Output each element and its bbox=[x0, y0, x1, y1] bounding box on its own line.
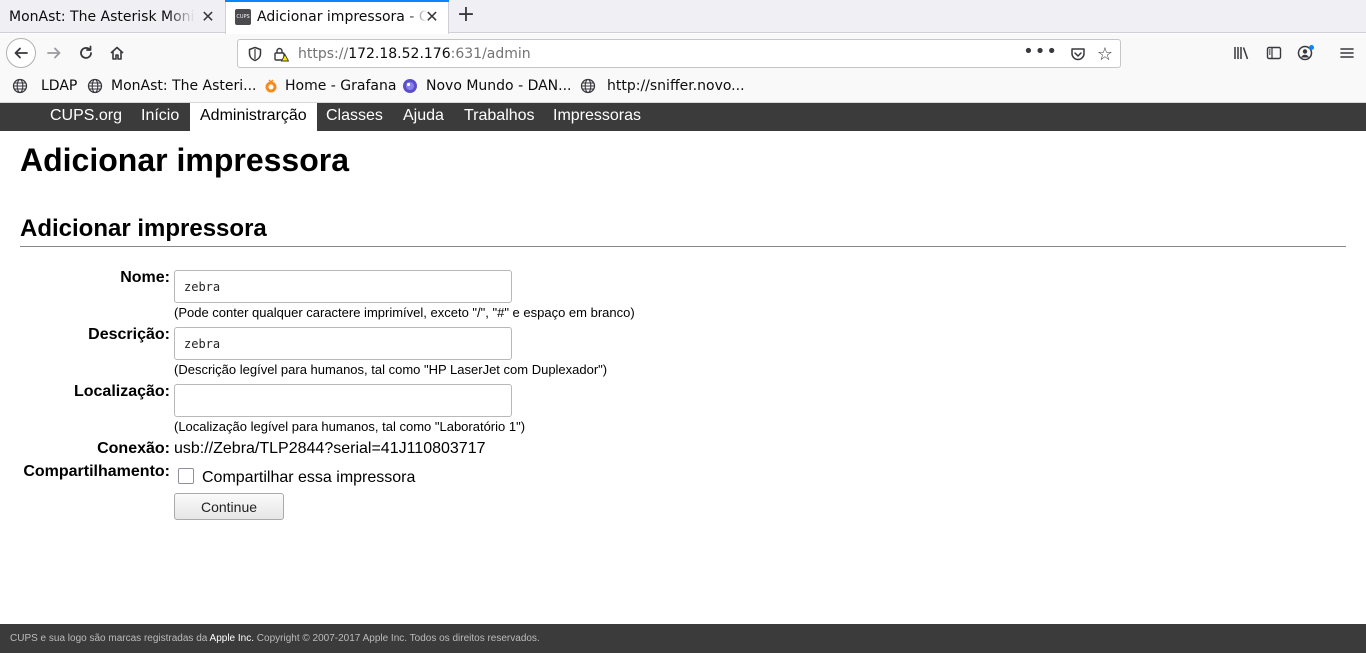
bookmark-novo-mundo[interactable]: Novo Mundo - DAN... bbox=[402, 78, 572, 94]
connection-value: usb://Zebra/TLP2844?serial=41J110803717 bbox=[174, 440, 486, 457]
back-arrow-icon bbox=[14, 47, 28, 59]
page-title: Adicionar impressora bbox=[20, 142, 349, 178]
share-printer-checkbox[interactable] bbox=[178, 468, 194, 484]
menu-button[interactable] bbox=[1333, 39, 1361, 67]
browser-tab-cups[interactable]: CUPS Adicionar impressora - CUPS ✕ bbox=[225, 0, 449, 34]
footer-brand-link[interactable]: Apple Inc. bbox=[210, 633, 254, 644]
bookmark-ldap[interactable]: LDAP bbox=[12, 78, 77, 94]
tracking-shield-icon[interactable] bbox=[247, 46, 263, 66]
url-scheme: https:// bbox=[298, 46, 349, 62]
novomundo-icon bbox=[402, 78, 418, 94]
nav-trabalhos[interactable]: Trabalhos bbox=[454, 103, 545, 131]
library-icon bbox=[1234, 47, 1249, 60]
section-title: Adicionar impressora bbox=[20, 215, 267, 242]
description-input[interactable] bbox=[174, 327, 512, 360]
nav-impressoras[interactable]: Impressoras bbox=[543, 103, 651, 131]
bookmark-sniffer[interactable]: http://sniffer.novo... bbox=[580, 78, 745, 94]
cups-favicon-icon: CUPS bbox=[235, 9, 251, 25]
account-button[interactable] bbox=[1292, 39, 1320, 67]
url-text[interactable]: https://172.18.52.176:631/admin bbox=[298, 46, 531, 62]
bookmark-label: http://sniffer.novo... bbox=[607, 78, 745, 94]
bookmark-grafana[interactable]: Home - Grafana bbox=[263, 78, 396, 94]
bookmarks-toolbar: LDAP MonAst: The Asteri... Home - Grafan… bbox=[0, 72, 1366, 103]
url-path: :631/admin bbox=[450, 46, 531, 62]
insecure-lock-warning-icon[interactable] bbox=[273, 46, 291, 66]
nav-cups-org[interactable]: CUPS.org bbox=[40, 103, 132, 131]
nav-ajuda[interactable]: Ajuda bbox=[393, 103, 454, 131]
globe-icon bbox=[87, 78, 103, 94]
nav-inicio[interactable]: Início bbox=[131, 103, 189, 131]
browser-tab-monast[interactable]: MonAst: The Asterisk Monitor ✕ bbox=[0, 0, 224, 33]
name-hint: (Pode conter qualquer caractere imprimív… bbox=[174, 305, 635, 320]
section-divider bbox=[20, 246, 1346, 247]
navigation-toolbar: https://172.18.52.176:631/admin ••• ☆ bbox=[0, 34, 1366, 72]
close-tab-icon[interactable]: ✕ bbox=[424, 7, 440, 26]
bookmark-label: Home - Grafana bbox=[285, 78, 397, 94]
grafana-icon bbox=[263, 78, 279, 94]
tab-title: Adicionar impressora - CUPS bbox=[257, 9, 427, 25]
location-hint: (Localização legível para humanos, tal c… bbox=[174, 419, 526, 434]
bookmark-label: MonAst: The Asteri... bbox=[111, 78, 257, 94]
page-footer: CUPS e sua logo são marcas registradas d… bbox=[0, 624, 1366, 653]
url-bar[interactable]: https://172.18.52.176:631/admin ••• ☆ bbox=[237, 39, 1121, 68]
description-label: Descrição: bbox=[88, 326, 170, 343]
nav-administracao[interactable]: Administrarção bbox=[190, 103, 317, 131]
sharing-label: Compartilhamento: bbox=[23, 463, 170, 480]
globe-icon bbox=[12, 78, 28, 94]
bookmark-monast[interactable]: MonAst: The Asteri... bbox=[87, 78, 257, 94]
footer-text-after: Copyright © 2007-2017 Apple Inc. Todos o… bbox=[254, 633, 540, 644]
pocket-icon[interactable] bbox=[1070, 46, 1086, 66]
footer-text-before: CUPS e sua logo são marcas registradas d… bbox=[10, 633, 210, 644]
reload-button[interactable] bbox=[72, 39, 100, 67]
nav-classes[interactable]: Classes bbox=[316, 103, 393, 131]
name-label: Nome: bbox=[120, 269, 170, 286]
description-hint: (Descrição legível para humanos, tal com… bbox=[174, 362, 608, 377]
hamburger-menu-icon bbox=[1340, 48, 1354, 58]
name-input[interactable] bbox=[174, 270, 512, 303]
close-tab-icon[interactable]: ✕ bbox=[200, 7, 216, 26]
forward-arrow-icon bbox=[47, 47, 61, 59]
back-button[interactable] bbox=[6, 38, 36, 68]
sidebar-button[interactable] bbox=[1260, 39, 1288, 67]
account-icon bbox=[1297, 45, 1314, 61]
forward-button[interactable] bbox=[40, 39, 68, 67]
globe-icon bbox=[580, 78, 596, 94]
new-tab-plus-icon[interactable]: + bbox=[455, 4, 477, 27]
home-button[interactable] bbox=[103, 39, 131, 67]
cups-nav-bar: CUPS.org Início Administrarção Classes A… bbox=[0, 103, 1366, 131]
page-actions-menu-icon[interactable]: ••• bbox=[1023, 41, 1058, 62]
home-icon bbox=[110, 46, 124, 60]
continue-button[interactable]: Continue bbox=[174, 493, 284, 520]
browser-tab-strip: MonAst: The Asterisk Monitor ✕ CUPS Adic… bbox=[0, 0, 1366, 34]
library-button[interactable] bbox=[1228, 39, 1256, 67]
bookmark-star-icon[interactable]: ☆ bbox=[1097, 44, 1113, 65]
url-host: 172.18.52.176 bbox=[348, 46, 451, 62]
connection-label: Conexão: bbox=[97, 440, 170, 457]
bookmark-label: LDAP bbox=[41, 78, 78, 94]
sidebar-icon bbox=[1266, 46, 1282, 60]
location-label: Localização: bbox=[73, 383, 170, 400]
location-input[interactable] bbox=[174, 384, 512, 417]
share-printer-checkbox-label[interactable]: Compartilhar essa impressora bbox=[202, 469, 415, 487]
tab-title: MonAst: The Asterisk Monitor bbox=[9, 8, 195, 25]
reload-icon bbox=[80, 45, 92, 59]
bookmark-label: Novo Mundo - DAN... bbox=[426, 78, 572, 94]
